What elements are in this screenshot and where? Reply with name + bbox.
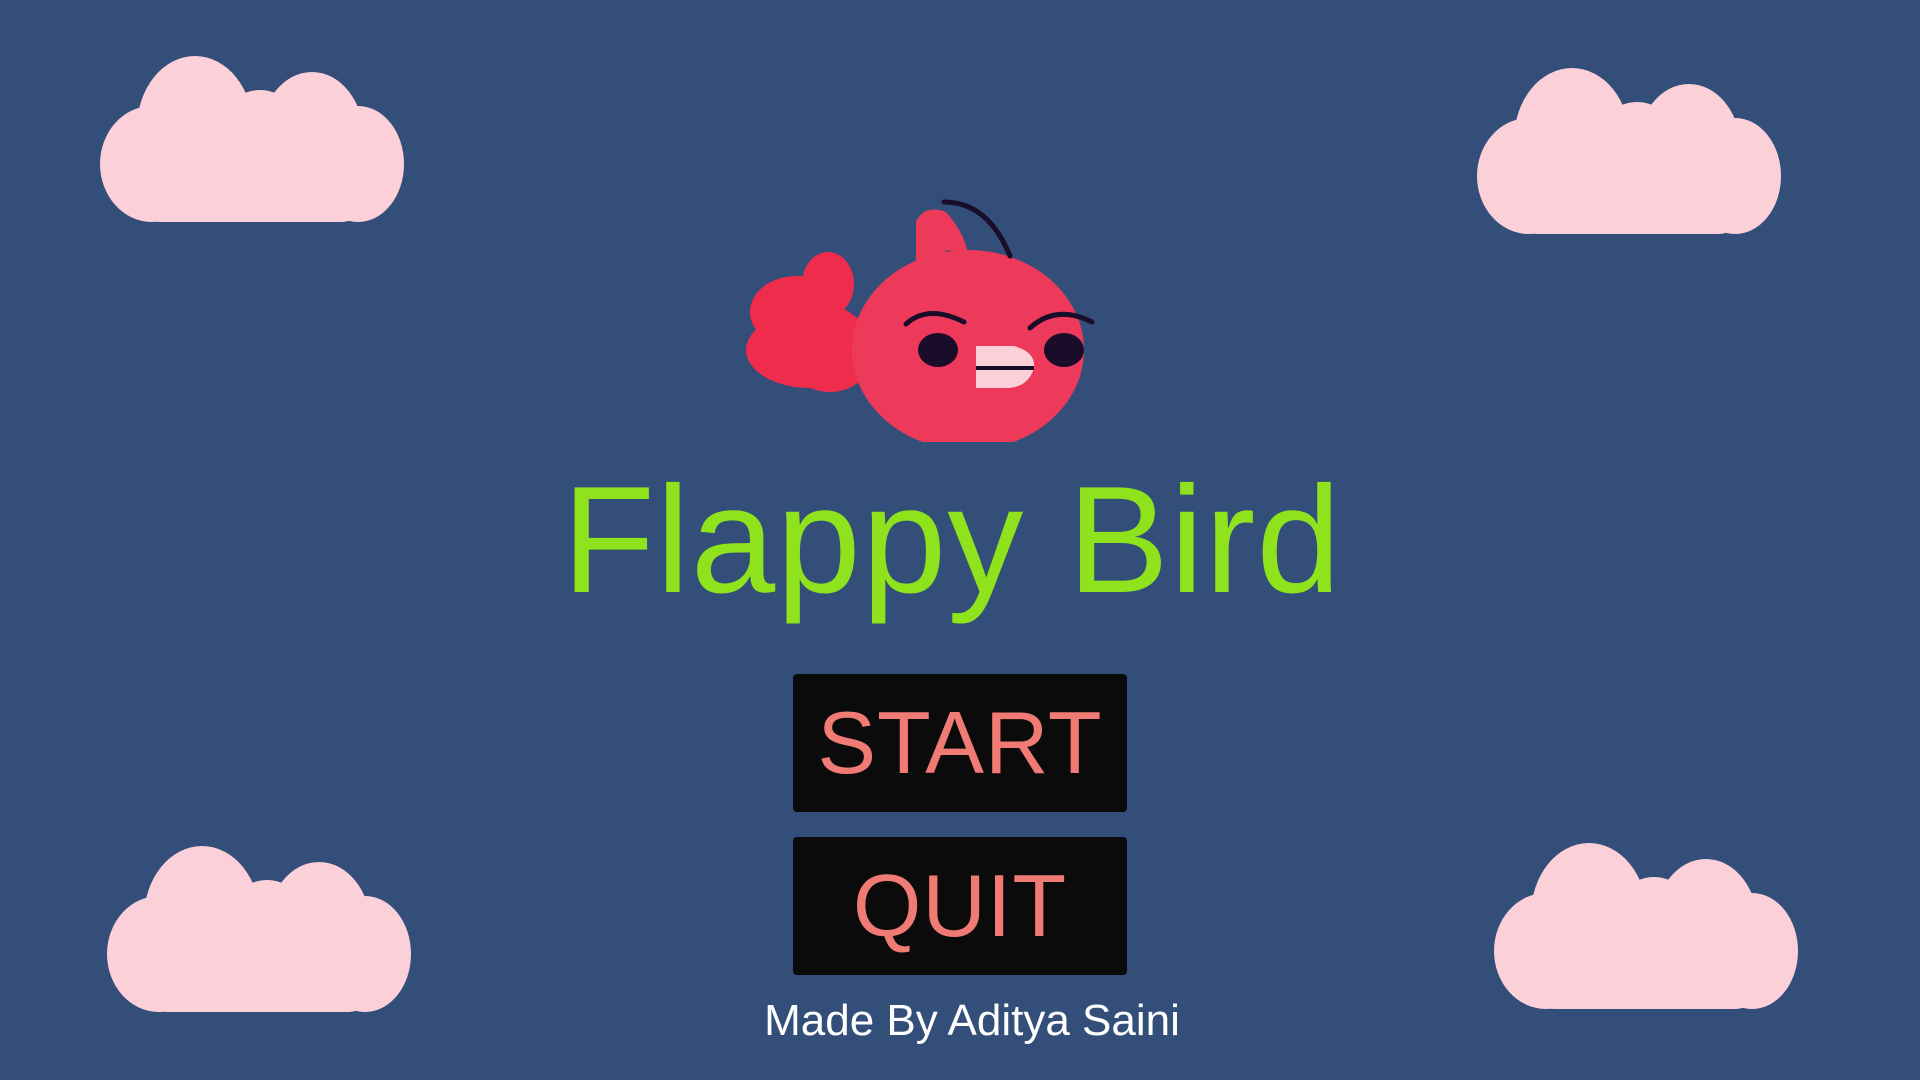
cloud-bottom-left xyxy=(107,846,411,1012)
cloud-top-left xyxy=(100,56,404,222)
game-title: Flappy Bird xyxy=(562,455,1342,625)
cloud-top-right xyxy=(1477,68,1781,234)
author-credit: Made By Aditya Saini xyxy=(764,996,1180,1045)
quit-button[interactable]: QUIT xyxy=(793,837,1127,975)
start-button[interactable]: START xyxy=(793,674,1127,812)
bird-mascot xyxy=(738,192,1098,442)
cloud-bottom-right xyxy=(1494,843,1798,1009)
